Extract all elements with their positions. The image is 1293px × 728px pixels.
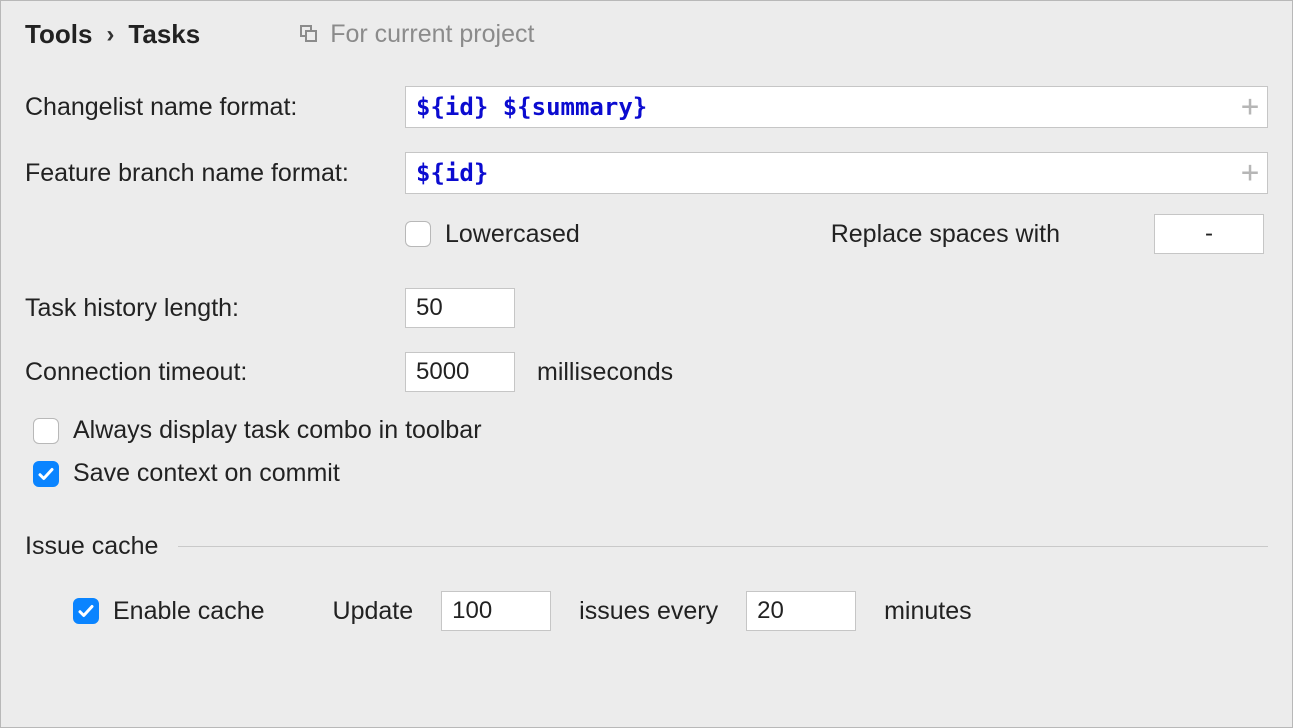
breadcrumb-parent[interactable]: Tools: [25, 19, 92, 50]
milliseconds-label: milliseconds: [537, 358, 673, 387]
task-history-input[interactable]: 50: [405, 288, 515, 328]
settings-panel: Tools › Tasks For current project Change…: [0, 0, 1293, 728]
save-context-label: Save context on commit: [73, 459, 340, 488]
connection-timeout-input[interactable]: 5000: [405, 352, 515, 392]
breadcrumb: Tools › Tasks For current project: [25, 19, 1268, 50]
branch-format-label: Feature branch name format:: [25, 159, 405, 188]
enable-cache-label: Enable cache: [113, 597, 265, 626]
scope-label: For current project: [330, 20, 534, 49]
section-divider: [178, 546, 1268, 547]
issue-cache-title: Issue cache: [25, 532, 158, 561]
scope-indicator: For current project: [300, 20, 534, 49]
cache-count-input[interactable]: 100: [441, 591, 551, 631]
changelist-format-input[interactable]: ${id} ${summary}+: [405, 86, 1268, 128]
connection-timeout-label: Connection timeout:: [25, 358, 405, 387]
cache-update-label: Update: [333, 597, 414, 626]
changelist-format-label: Changelist name format:: [25, 93, 405, 122]
cache-minutes-input[interactable]: 20: [746, 591, 856, 631]
cache-minutes-label: minutes: [884, 597, 972, 626]
lowercased-checkbox[interactable]: [405, 221, 431, 247]
enable-cache-checkbox[interactable]: [73, 598, 99, 624]
branch-format-input[interactable]: ${id}+: [405, 152, 1268, 194]
add-variable-icon[interactable]: +: [1241, 92, 1259, 122]
add-variable-icon[interactable]: +: [1241, 158, 1259, 188]
chevron-right-icon: ›: [106, 21, 114, 49]
save-context-checkbox[interactable]: [33, 461, 59, 487]
task-history-label: Task history length:: [25, 294, 405, 323]
project-scope-icon: [300, 25, 320, 45]
always-combo-checkbox[interactable]: [33, 418, 59, 444]
lowercased-label: Lowercased: [445, 220, 580, 249]
replace-spaces-input[interactable]: -: [1154, 214, 1264, 254]
cache-issues-every-label: issues every: [579, 597, 718, 626]
always-combo-label: Always display task combo in toolbar: [73, 416, 482, 445]
replace-spaces-label: Replace spaces with: [831, 220, 1060, 249]
breadcrumb-current: Tasks: [128, 19, 200, 50]
issue-cache-section: Issue cache Enable cache Update 100 issu…: [25, 532, 1268, 631]
